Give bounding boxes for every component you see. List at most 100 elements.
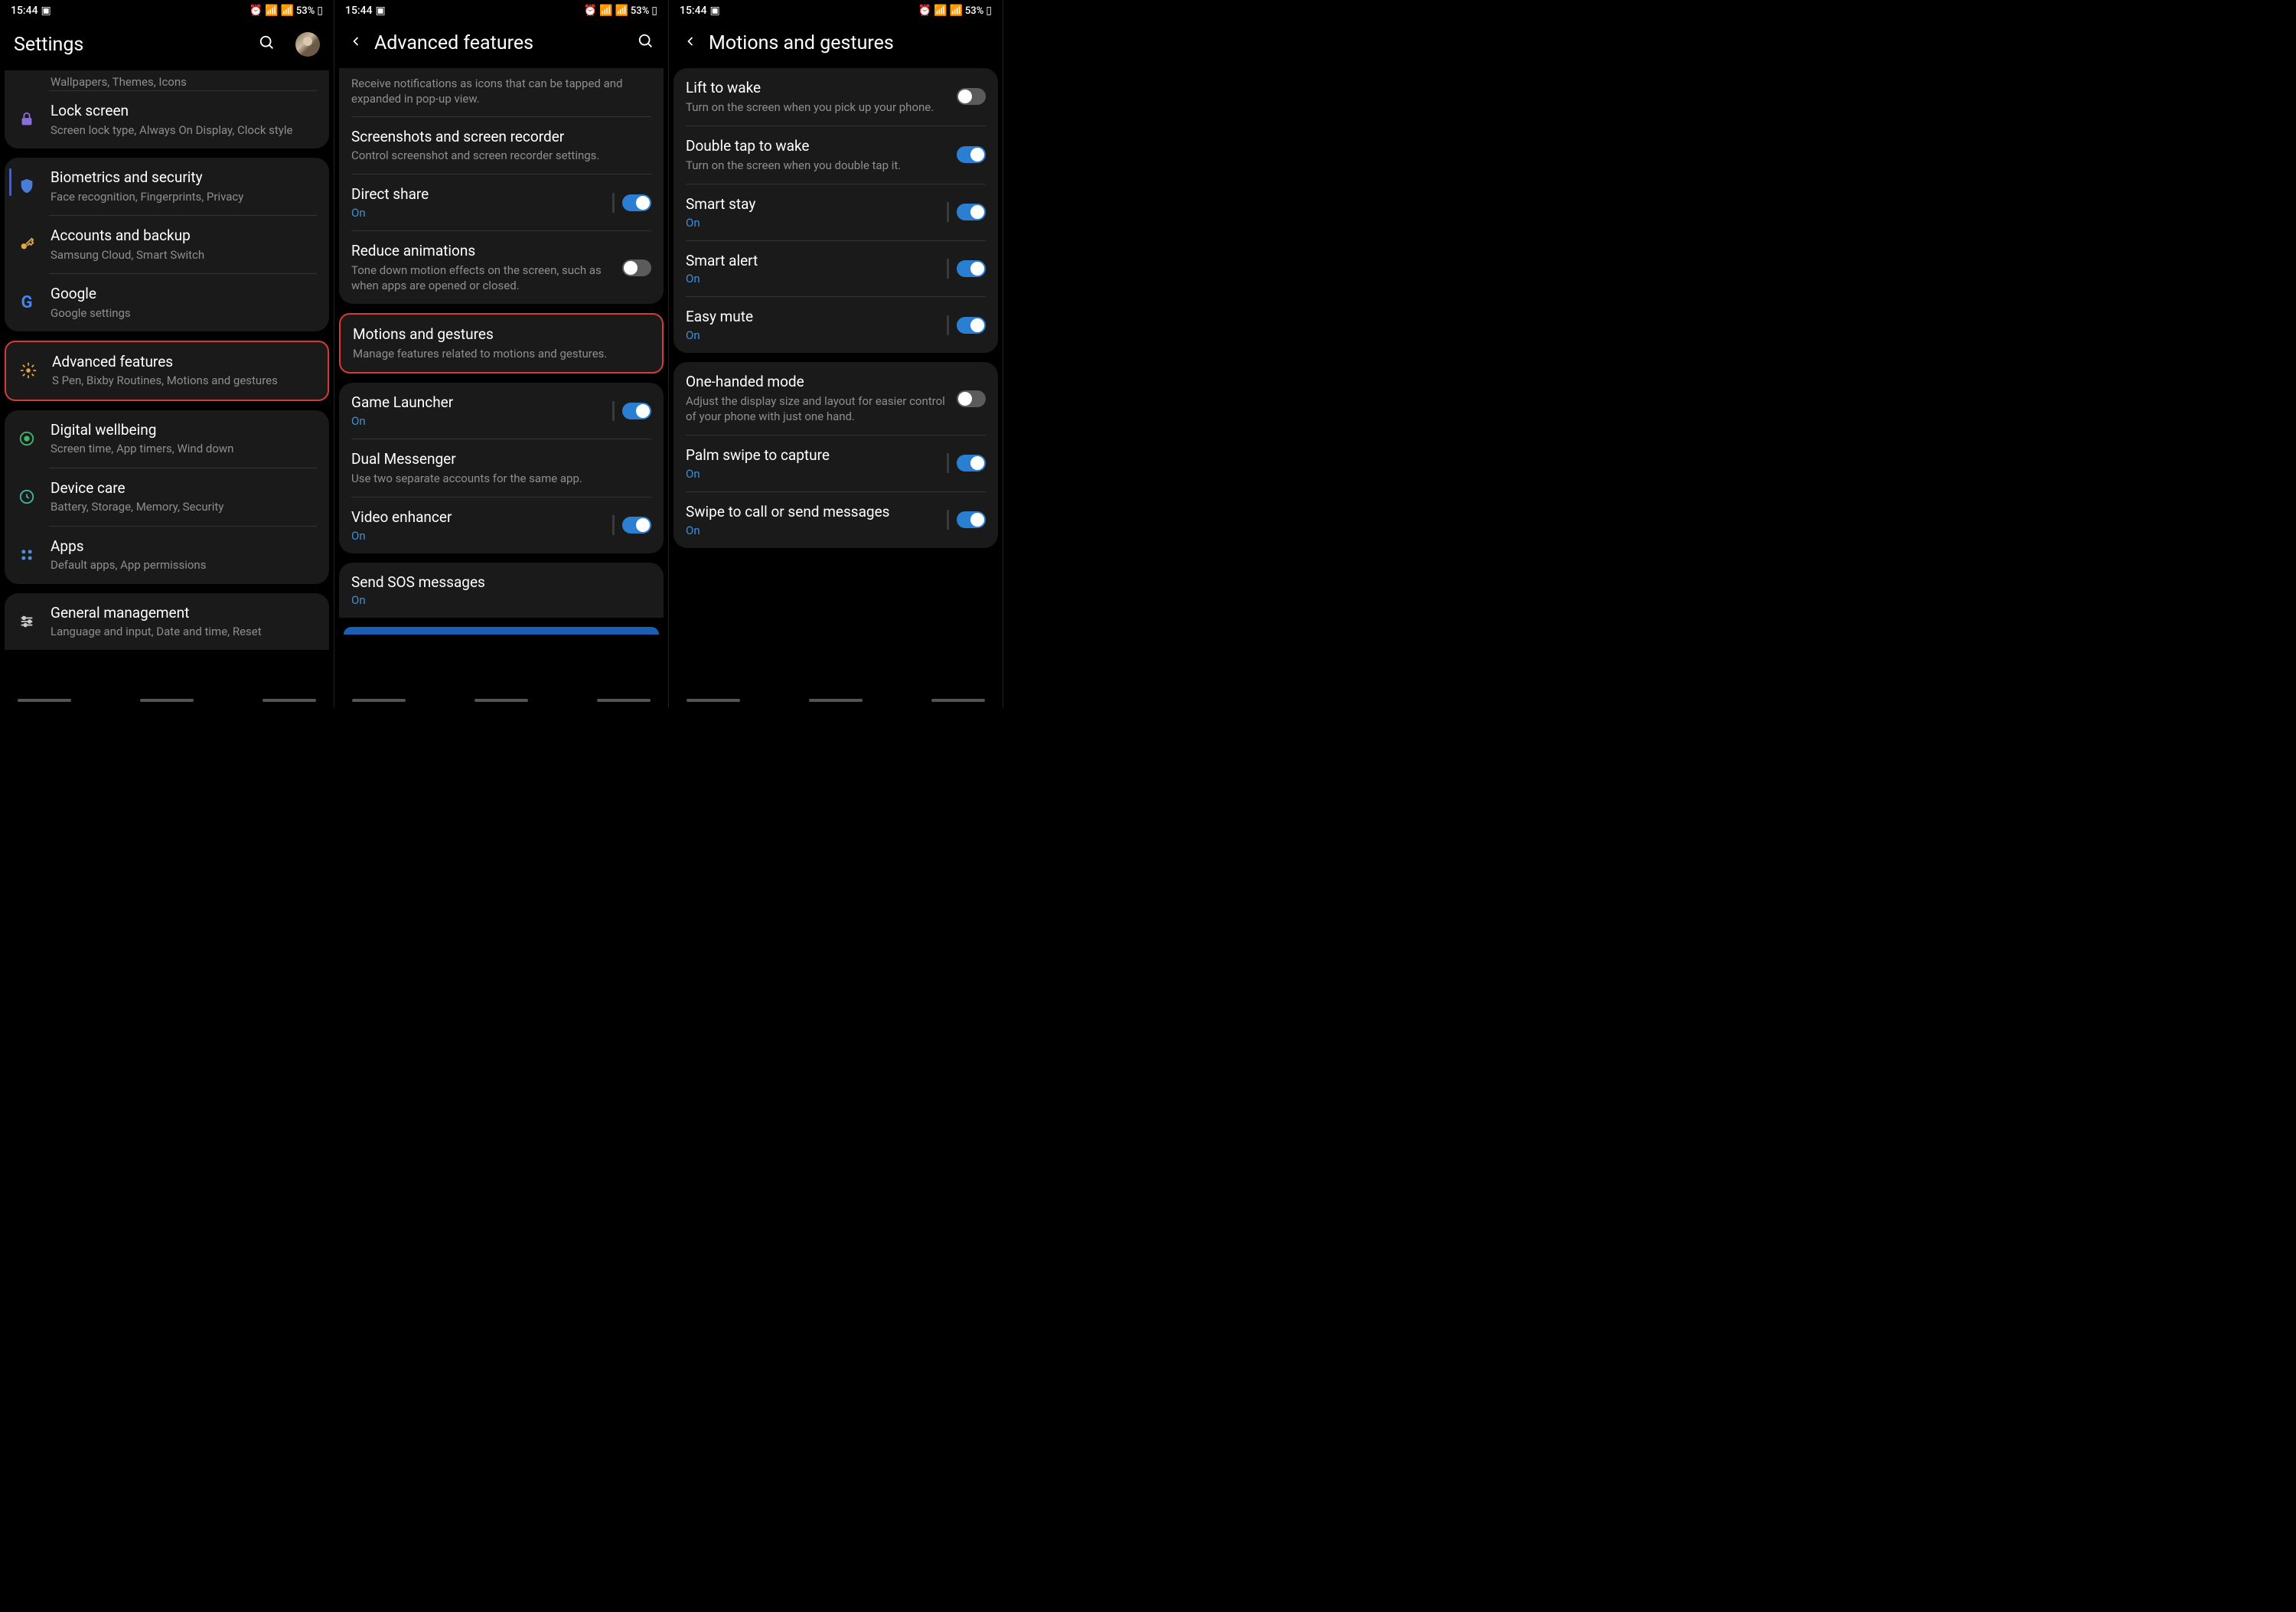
lift-to-wake-toggle[interactable] — [957, 88, 986, 105]
reduce-animations-toggle[interactable] — [622, 259, 651, 276]
alarm-icon: ⏰ — [249, 5, 263, 17]
alarm-icon: ⏰ — [584, 5, 597, 17]
status-bar: 15:44 ▣ ⏰ 📶 📶 53% ▯ — [0, 0, 334, 21]
partial-item-sub: Wallpapers, Themes, Icons — [5, 70, 329, 90]
item-palm-swipe[interactable]: Palm swipe to capture On — [673, 436, 998, 491]
item-smart-stay[interactable]: Smart stay On — [673, 184, 998, 240]
double-tap-toggle[interactable] — [957, 146, 986, 163]
nav-back[interactable] — [263, 699, 316, 702]
item-dual-messenger[interactable]: Dual Messenger Use two separate accounts… — [339, 439, 664, 497]
item-advanced-features[interactable]: Advanced features S Pen, Bixby Routines,… — [6, 342, 328, 400]
nav-recents[interactable] — [18, 699, 71, 702]
screenshot-icon: ▣ — [41, 5, 51, 17]
item-sub: Battery, Storage, Memory, Security — [51, 499, 317, 514]
battery-icon: ▯ — [317, 5, 323, 17]
item-swipe-call[interactable]: Swipe to call or send messages On — [673, 492, 998, 548]
item-lift-to-wake[interactable]: Lift to wake Turn on the screen when you… — [673, 68, 998, 126]
smart-stay-toggle[interactable] — [957, 204, 986, 220]
item-title: Motions and gestures — [353, 325, 650, 344]
search-icon[interactable] — [259, 34, 276, 55]
item-motions-gestures[interactable]: Motions and gestures Manage features rel… — [341, 315, 662, 372]
item-reduce-animations[interactable]: Reduce animations Tone down motion effec… — [339, 231, 664, 304]
toggle-divider — [947, 315, 949, 335]
nav-home[interactable] — [475, 699, 528, 702]
video-enhancer-toggle[interactable] — [622, 517, 651, 534]
item-one-handed-mode[interactable]: One-handed mode Adjust the display size … — [673, 362, 998, 435]
device-care-icon — [17, 487, 37, 507]
item-sub: Manage features related to motions and g… — [353, 346, 650, 361]
lock-icon — [17, 109, 37, 129]
item-device-care[interactable]: Device care Battery, Storage, Memory, Se… — [5, 468, 329, 526]
item-state: On — [351, 593, 651, 607]
signal-icon: 📶 — [280, 5, 293, 17]
toggle-divider — [612, 401, 615, 421]
alarm-icon: ⏰ — [918, 5, 931, 17]
item-biometrics[interactable]: Biometrics and security Face recognition… — [5, 158, 329, 215]
item-smart-alert[interactable]: Smart alert On — [673, 241, 998, 297]
swipe-call-toggle[interactable] — [957, 511, 986, 528]
item-title: Biometrics and security — [51, 168, 317, 188]
search-icon[interactable] — [638, 33, 654, 54]
item-title: Apps — [51, 537, 317, 556]
item-title: Accounts and backup — [51, 227, 317, 246]
direct-share-toggle[interactable] — [622, 194, 651, 211]
item-google[interactable]: G Google Google settings — [5, 274, 329, 331]
toggle-divider — [947, 202, 949, 222]
item-title: Game Launcher — [351, 393, 612, 413]
nav-bar — [334, 697, 668, 704]
item-state: On — [686, 216, 947, 230]
item-digital-wellbeing[interactable]: Digital wellbeing Screen time, App timer… — [5, 410, 329, 468]
item-title: Smart alert — [686, 252, 947, 271]
item-lock-screen[interactable]: Lock screen Screen lock type, Always On … — [5, 91, 329, 148]
header: Advanced features — [334, 21, 668, 68]
profile-avatar[interactable] — [295, 32, 320, 57]
item-title: Digital wellbeing — [51, 421, 317, 440]
battery-pct: 53% — [965, 5, 983, 17]
partial-card — [344, 627, 659, 635]
item-sub: Samsung Cloud, Smart Switch — [51, 247, 317, 263]
item-send-sos[interactable]: Send SOS messages On — [339, 563, 664, 618]
nav-back[interactable] — [931, 699, 985, 702]
nav-home[interactable] — [809, 699, 863, 702]
item-double-tap-wake[interactable]: Double tap to wake Turn on the screen wh… — [673, 126, 998, 184]
page-title: Advanced features — [374, 32, 627, 54]
item-sub: Default apps, App permissions — [51, 557, 317, 573]
item-sub: Tone down motion effects on the screen, … — [351, 263, 622, 294]
item-sub: Screen time, App timers, Wind down — [51, 441, 317, 456]
palm-swipe-toggle[interactable] — [957, 455, 986, 472]
item-title: Advanced features — [52, 353, 315, 372]
item-accounts[interactable]: Accounts and backup Samsung Cloud, Smart… — [5, 216, 329, 273]
signal-icon: 📶 — [615, 5, 628, 17]
one-handed-toggle[interactable] — [957, 390, 986, 407]
item-state: On — [351, 529, 612, 543]
page-title: Motions and gestures — [709, 32, 989, 54]
toggle-divider — [612, 193, 615, 213]
nav-back[interactable] — [597, 699, 651, 702]
item-title: Smart stay — [686, 195, 947, 214]
toggle-divider — [947, 259, 949, 279]
status-bar: 15:44 ▣ ⏰ 📶 📶 53% ▯ — [669, 0, 1003, 21]
battery-pct: 53% — [631, 5, 649, 17]
item-video-enhancer[interactable]: Video enhancer On — [339, 498, 664, 553]
battery-pct: 53% — [296, 5, 315, 17]
item-easy-mute[interactable]: Easy mute On — [673, 297, 998, 353]
item-general-management[interactable]: General management Language and input, D… — [5, 593, 329, 651]
back-icon[interactable] — [348, 34, 364, 54]
item-apps[interactable]: Apps Default apps, App permissions — [5, 527, 329, 584]
easy-mute-toggle[interactable] — [957, 317, 986, 334]
item-screenshots-recorder[interactable]: Screenshots and screen recorder Control … — [339, 117, 664, 175]
item-sub: Turn on the screen when you pick up your… — [686, 100, 957, 115]
item-state: On — [686, 272, 947, 286]
game-launcher-toggle[interactable] — [622, 403, 651, 419]
item-sub: Turn on the screen when you double tap i… — [686, 158, 957, 173]
page-title: Settings — [14, 34, 248, 56]
nav-recents[interactable] — [687, 699, 740, 702]
item-game-launcher[interactable]: Game Launcher On — [339, 383, 664, 439]
nav-home[interactable] — [140, 699, 194, 702]
item-direct-share[interactable]: Direct share On — [339, 175, 664, 230]
nav-recents[interactable] — [352, 699, 406, 702]
back-icon[interactable] — [683, 34, 698, 54]
item-sub: Use two separate accounts for the same a… — [351, 471, 651, 486]
item-title: Screenshots and screen recorder — [351, 128, 651, 147]
smart-alert-toggle[interactable] — [957, 260, 986, 277]
